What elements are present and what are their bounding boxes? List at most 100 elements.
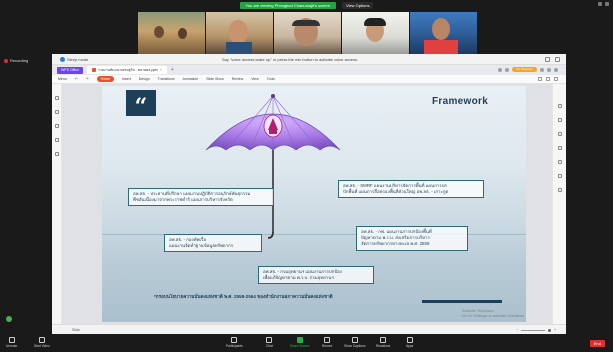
layers-icon[interactable]	[55, 152, 59, 156]
current-slide[interactable]: “ Framework อพ.สธ. - ประธานที่ปรึกษา แผน…	[102, 86, 526, 322]
participant-tile[interactable]	[342, 12, 409, 54]
slide-title: Framework	[432, 96, 489, 107]
slides-panel-icon[interactable]	[55, 96, 59, 100]
share-banner: You are viewing Phongkod Chanumajit's sc…	[239, 1, 336, 9]
shape-icon[interactable]	[558, 174, 562, 178]
chat-label: Chat	[266, 344, 273, 348]
share-screen-icon	[296, 337, 303, 343]
undo-icon[interactable]: ↶	[75, 77, 78, 81]
premium-button[interactable]: Go Premium	[512, 67, 537, 72]
theme-icon[interactable]	[558, 160, 562, 164]
settings-pane-icon[interactable]	[558, 188, 562, 192]
wps-tab-bar: WPS Office รายงานสัมมนาเศรษฐกิจ...ขยายผล…	[52, 65, 566, 75]
account-icon[interactable]	[505, 67, 510, 72]
framework-box-right-mid: อพ.สธ. - กฟ. แผนงานการปกป้องพื้นที่ ปัญห…	[356, 226, 468, 251]
slide-indicator: Slide	[72, 328, 80, 332]
view-options-button[interactable]: View Options	[341, 1, 374, 9]
unmute-label: Unmute	[6, 344, 18, 348]
close-window-icon[interactable]	[554, 67, 558, 72]
new-tab-button[interactable]: +	[171, 67, 174, 73]
participant-shirt	[226, 42, 252, 54]
ribbon-tab-slideshow[interactable]: Slide Show	[206, 77, 224, 81]
video-off-icon	[38, 337, 45, 343]
participants-icon	[231, 337, 238, 343]
share-screen-button[interactable]: Share Screen	[290, 337, 310, 348]
shared-screen: Sleep mode Say "voice access wake up" or…	[52, 54, 566, 334]
reactions-button[interactable]: Reactions	[376, 337, 390, 348]
zoom-track[interactable]	[520, 329, 545, 331]
participants-label: Participants	[226, 344, 243, 348]
zoom-out-icon[interactable]: −	[516, 328, 518, 332]
document-tab[interactable]: รายงานสัมมนาเศรษฐกิจ...ขยายผล.pptx ×	[87, 66, 168, 74]
fullscreen-icon[interactable]	[605, 2, 609, 6]
decorative-bar	[422, 300, 502, 303]
chat-button[interactable]: Chat	[266, 337, 273, 348]
outline-icon[interactable]	[55, 110, 59, 114]
security-icon[interactable]	[6, 316, 12, 322]
participant-tile[interactable]	[410, 12, 477, 54]
apps-label: Apps	[406, 344, 414, 348]
participant-face	[154, 26, 164, 38]
slide-footnote: *กรอบนโยบายความมั่นคงแห่งชาติ พ.ศ. 2558-…	[154, 294, 333, 299]
end-meeting-button[interactable]: End	[589, 340, 605, 347]
ribbon-tab-home[interactable]: Home	[96, 76, 114, 82]
document-tab-label: รายงานสัมมนาเศรษฐกิจ...ขยายผล.pptx	[98, 68, 158, 72]
maximize-window-icon[interactable]	[547, 67, 551, 72]
participant-face	[178, 28, 187, 39]
show-captions-button[interactable]: Show Captions	[344, 337, 365, 348]
zoom-meeting-window: You are viewing Phongkod Chanumajit's sc…	[0, 0, 613, 352]
ribbon-tab-review[interactable]: Review	[232, 77, 243, 81]
ribbon-tab-tools[interactable]: Tools	[267, 77, 275, 81]
reactions-label: Reactions	[376, 344, 391, 348]
layout-icon[interactable]	[498, 67, 503, 72]
microphone-icon	[60, 56, 65, 62]
participant-shirt	[424, 40, 458, 54]
animation-pane-icon[interactable]	[558, 132, 562, 136]
help-icon[interactable]	[555, 57, 560, 62]
more-icon[interactable]	[554, 77, 558, 81]
minimize-window-icon[interactable]	[540, 67, 544, 72]
properties-icon[interactable]	[558, 104, 562, 108]
recording-indicator[interactable]: Recording	[4, 58, 28, 63]
redo-icon[interactable]: ↷	[86, 77, 89, 81]
bookmark-icon[interactable]	[55, 124, 59, 128]
ribbon-menu[interactable]: Menu	[58, 77, 67, 81]
share-screen-label: Share Screen	[290, 344, 310, 348]
participant-gallery	[138, 12, 477, 54]
ribbon-tab-transitions[interactable]: Transitions	[158, 77, 175, 81]
record-dot-icon	[4, 58, 8, 63]
zoom-slider[interactable]: − +	[516, 328, 556, 332]
participant-tile[interactable]	[274, 12, 341, 54]
wps-home-tab[interactable]: WPS Office	[57, 66, 84, 74]
apps-icon	[406, 337, 413, 343]
ribbon-tab-animation[interactable]: Animation	[183, 77, 199, 81]
zoom-in-icon[interactable]: +	[554, 328, 556, 332]
show-captions-label: Show Captions	[344, 344, 366, 348]
headset-icon	[292, 20, 320, 26]
participant-tile[interactable]	[138, 12, 205, 54]
start-video-button[interactable]: Start Video	[34, 337, 50, 348]
ribbon-tab-insert[interactable]: Insert	[122, 77, 131, 81]
zoom-knob[interactable]	[547, 328, 551, 332]
transition-pane-icon[interactable]	[558, 146, 562, 150]
close-tab-icon[interactable]: ×	[160, 66, 162, 74]
apps-button[interactable]: Apps	[406, 337, 413, 348]
participants-button[interactable]: Participants	[226, 337, 243, 348]
search-icon[interactable]	[538, 77, 542, 81]
record-button[interactable]: Record	[322, 337, 332, 348]
participant-tile[interactable]	[206, 12, 273, 54]
ribbon-tab-design[interactable]: Design	[139, 77, 150, 81]
ribbon-tab-view[interactable]: View	[251, 77, 259, 81]
share-icon[interactable]	[546, 77, 550, 81]
minimize-icon[interactable]	[598, 2, 602, 6]
captions-icon	[351, 337, 358, 343]
format-icon[interactable]	[558, 118, 562, 122]
comment-icon[interactable]	[55, 138, 59, 142]
voice-access-status[interactable]: Sleep mode	[60, 56, 88, 62]
unmute-button[interactable]: Unmute	[6, 337, 17, 348]
settings-icon[interactable]	[545, 57, 550, 62]
recording-label: Recording	[10, 58, 29, 63]
voice-access-hint: Say "voice access wake up" or press the …	[222, 56, 359, 62]
voice-access-bar: Sleep mode Say "voice access wake up" or…	[52, 54, 566, 65]
start-video-label: Start Video	[34, 344, 50, 348]
